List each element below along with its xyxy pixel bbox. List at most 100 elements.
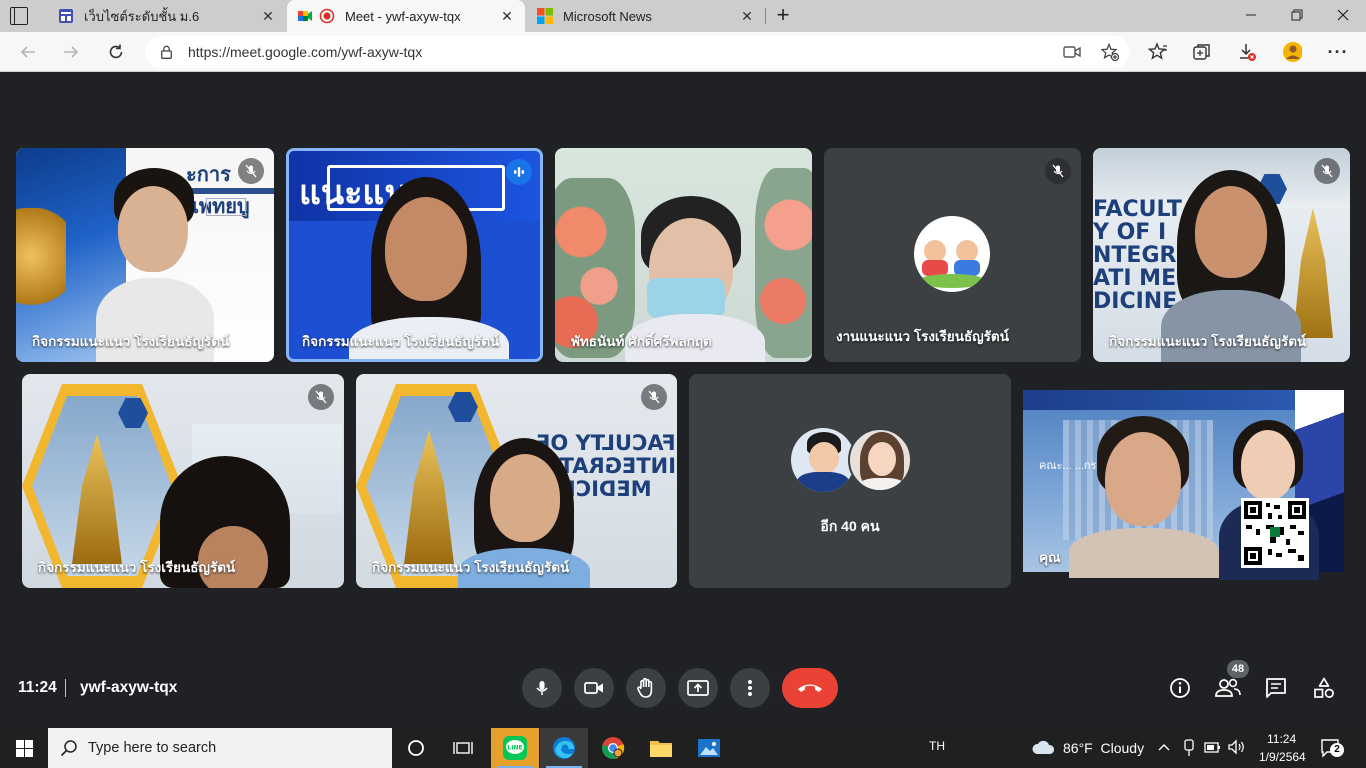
self-view-name: คุณ (1039, 550, 1061, 565)
lock-icon (161, 45, 172, 59)
cloud-weather-icon[interactable] (1031, 738, 1055, 756)
svg-text:LINE: LINE (507, 745, 522, 752)
task-view-icon[interactable] (440, 728, 486, 768)
cortana-icon[interactable] (393, 728, 439, 768)
taskbar-time[interactable]: 11:24 (1267, 732, 1296, 746)
new-tab-icon[interactable]: + (772, 4, 794, 26)
back-icon[interactable] (16, 40, 40, 64)
leave-call-button[interactable] (782, 668, 838, 708)
avatar (791, 428, 855, 492)
weather-text[interactable]: 86°F Cloudy (1063, 740, 1144, 756)
more-participants-tile[interactable]: อีก 40 คน (689, 374, 1011, 588)
chrome-icon[interactable] (590, 728, 636, 768)
tab-title: Microsoft News (563, 8, 652, 24)
tab-actions-icon[interactable] (10, 7, 28, 25)
line-app-icon[interactable]: LINE (491, 728, 539, 768)
participant-tile[interactable]: FACULTY OF INTEGRATIV MEDICINE กิจกรรมแน… (356, 374, 677, 588)
chevron-up-icon[interactable] (1158, 742, 1170, 752)
collections-icon[interactable] (1192, 42, 1212, 62)
people-icon (1215, 678, 1241, 697)
participant-tile[interactable]: กิจกรรมแนะแนว โรงเรียนธัญรัตน์ (22, 374, 344, 588)
more-options-button[interactable] (730, 668, 770, 708)
notification-count: 2 (1330, 743, 1344, 757)
meeting-code: ywf-axyw-tqx (80, 679, 178, 696)
mic-off-icon (238, 158, 264, 184)
profile-avatar-icon[interactable] (1282, 42, 1302, 62)
website-favicon-icon (58, 8, 74, 24)
forward-icon[interactable] (59, 40, 83, 64)
participant-tile[interactable]: พัทธนันท์ ศักดิ์ศรีพลกฤต (555, 148, 812, 362)
close-tab-icon[interactable]: ✕ (260, 8, 276, 24)
close-tab-icon[interactable]: ✕ (499, 8, 515, 24)
participant-tile[interactable]: ะการแพทยบู กิจกรรมแนะแนว โรงเรียนธัญรัตน… (16, 148, 274, 362)
mic-button[interactable] (522, 668, 562, 708)
avatar (848, 428, 912, 492)
info-icon (1170, 678, 1190, 698)
favorites-icon[interactable] (1148, 42, 1168, 62)
end-call-icon (798, 684, 822, 692)
present-button[interactable] (678, 668, 718, 708)
input-language[interactable]: TH (929, 739, 945, 753)
people-button[interactable] (1215, 676, 1241, 700)
photos-icon[interactable] (686, 728, 732, 768)
taskbar-date[interactable]: 1/9/2564 (1259, 750, 1306, 764)
windows-start-icon[interactable] (0, 728, 48, 768)
usb-device-icon[interactable] (1182, 739, 1196, 757)
mic-icon (536, 681, 548, 695)
close-tab-icon[interactable]: ✕ (739, 8, 755, 24)
recording-icon (319, 8, 335, 24)
volume-icon[interactable] (1228, 739, 1246, 755)
tab-microsoft-news[interactable]: Microsoft News ✕ (527, 0, 765, 32)
participant-name: กิจกรรมแนะแนว โรงเรียนธัญรัตน์ (32, 334, 230, 349)
camera-in-use-icon[interactable] (1063, 43, 1081, 61)
present-icon (687, 680, 709, 696)
more-icon (748, 680, 752, 696)
settings-more-icon[interactable]: ··· (1328, 42, 1348, 62)
notification-center-icon[interactable]: 2 (1320, 736, 1348, 760)
url-text: https://meet.google.com/ywf-axyw-tqx (188, 44, 423, 60)
restore-icon[interactable] (1274, 0, 1320, 30)
participant-tile-speaking[interactable]: แนะแนว กิจกรรมแนะแนว โรงเรียนธัญรัตน์ (286, 148, 543, 362)
participant-name: พัทธนันท์ ศักดิ์ศรีพลกฤต (571, 334, 712, 349)
self-view-tile[interactable]: คณะ... ...กรรม คุณ (1023, 374, 1344, 588)
taskbar-search-box[interactable]: Type here to search (48, 728, 392, 768)
tab-separator (765, 8, 766, 24)
meet-favicon-icon (297, 8, 313, 24)
participant-name: กิจกรรมแนะแนว โรงเรียนธัญรัตน์ (38, 560, 236, 575)
chat-button[interactable] (1264, 676, 1288, 700)
meeting-control-bar: 11:24 ywf-axyw-tqx (0, 660, 1366, 720)
downloads-icon[interactable] (1237, 42, 1257, 62)
minimize-icon[interactable] (1228, 0, 1274, 30)
participant-name: กิจกรรมแนะแนว โรงเรียนธัญรัตน์ (302, 334, 500, 349)
participant-name: งานแนะแนว โรงเรียนธัญรัตน์ (836, 329, 1009, 344)
banner-text: FACULTY OF INTEGRATI MEDICINE (1093, 197, 1182, 315)
mic-off-icon (1045, 158, 1071, 184)
windows-taskbar: Type here to search LINE TH 86°F Cloudy … (0, 728, 1366, 768)
refresh-icon[interactable] (104, 40, 128, 64)
meeting-details-button[interactable] (1168, 676, 1192, 700)
tab-school-website[interactable]: เว็บไซต์ระดับชั้น ม.6 ✕ (40, 0, 286, 32)
camera-icon (584, 682, 603, 694)
speaking-indicator-icon (506, 159, 532, 185)
add-favorite-icon[interactable] (1101, 43, 1119, 61)
mic-off-icon (1314, 158, 1340, 184)
browser-tab-strip: เว็บไซต์ระดับชั้น ม.6 ✕ Meet - ywf-axyw-… (0, 0, 1366, 32)
address-bar[interactable]: https://meet.google.com/ywf-axyw-tqx (145, 36, 1130, 68)
more-participants-label: อีก 40 คน (820, 518, 880, 534)
mic-off-icon (641, 384, 667, 410)
battery-icon[interactable] (1204, 741, 1222, 755)
tab-meet[interactable]: Meet - ywf-axyw-tqx ✕ (287, 0, 525, 32)
participant-tile[interactable]: งานแนะแนว โรงเรียนธัญรัตน์ (824, 148, 1081, 362)
activities-button[interactable] (1312, 676, 1336, 700)
file-explorer-icon[interactable] (638, 728, 684, 768)
avatar (914, 216, 990, 292)
participant-count-badge: 48 (1227, 660, 1249, 678)
search-icon (60, 740, 77, 757)
qr-code-icon (1241, 498, 1309, 568)
edge-browser-icon[interactable] (540, 728, 588, 768)
participant-tile[interactable]: FACULTY OF INTEGRATI MEDICINE กิจกรรมแนะ… (1093, 148, 1350, 362)
raise-hand-button[interactable] (626, 668, 666, 708)
close-window-icon[interactable] (1320, 0, 1366, 30)
divider (65, 679, 66, 697)
camera-button[interactable] (574, 668, 614, 708)
